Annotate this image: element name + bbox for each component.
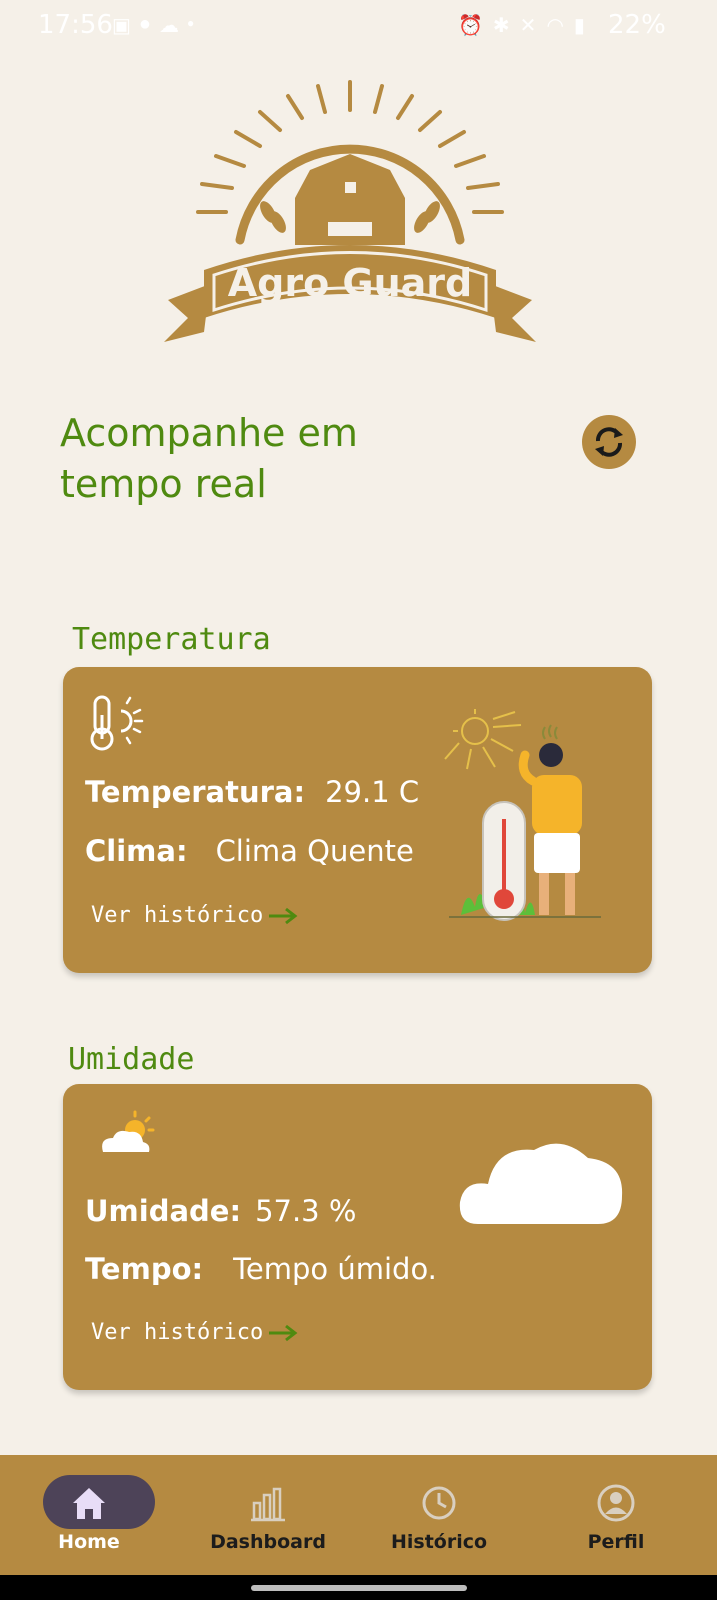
temperature-history-link[interactable]: Ver histórico [91,903,299,928]
humidity-card: Umidade: 57.3 % Tempo: Tempo úmido. Ver … [63,1084,652,1390]
humidity-section-title: Umidade [68,1042,195,1077]
nav-history[interactable]: Histórico [359,1455,519,1575]
mute-icon: ✕ [519,15,537,37]
status-bar: 17:56 ▣ ● ☁ ● ⏰ ✱ ✕ ◠ ▮ 22% [0,0,717,52]
nav-home-label: Home [58,1531,120,1553]
cloud-icon: ☁ [159,15,179,37]
humidity-history-text: Ver histórico [91,1320,264,1345]
alarm-icon: ⏰ [458,15,483,37]
signal-icon: ▮ [573,15,585,37]
nav-dashboard-label: Dashboard [210,1531,326,1553]
home-icon [73,1488,105,1519]
agro-guard-logo: Agro Guard [164,80,536,342]
status-left-icons: ▣ ● ☁ ● [112,13,194,38]
humidity-history-link[interactable]: Ver histórico [91,1320,299,1345]
temperature-label: Temperatura: [85,775,306,809]
thermometer-sun-icon [90,695,144,751]
page-headline: Acompanhe em tempo real [60,411,358,506]
dot-icon: ● [187,16,195,30]
humidity-label: Umidade: [85,1194,242,1228]
profile-icon [597,1484,635,1522]
nav-profile-label: Perfil [587,1531,645,1553]
arrow-right-icon [269,907,298,924]
temperature-card: Temperatura: 29.1 C Clima: Clima Quente … [63,667,652,973]
bar-chart-icon [251,1487,285,1522]
bottom-navigation: Home Dashboard Histórico Perfil [0,1455,717,1575]
partly-cloudy-icon [102,1110,155,1152]
bluetooth-icon: ✱ [492,15,510,37]
climate-value: Clima Quente [215,834,414,868]
weather-value: Tempo úmido. [233,1252,437,1286]
nav-history-label: Histórico [390,1531,488,1553]
climate-row: Clima: Clima Quente [85,834,414,868]
hot-weather-illustration [444,709,601,921]
humidity-value: 57.3 % [255,1194,357,1228]
message-icon: ● [138,13,151,35]
temperature-value: 29.1 C [325,775,420,809]
cloud-illustration [459,1143,623,1224]
weather-label: Tempo: [85,1252,204,1286]
weather-row: Tempo: Tempo úmido. [85,1252,437,1286]
clock-icon [422,1486,456,1520]
status-time: 17:56 [38,10,113,40]
climate-label: Clima: [85,834,188,868]
nav-home[interactable]: Home [9,1455,169,1575]
temperature-section-title: Temperatura [72,622,271,657]
image-icon: ▣ [112,15,131,37]
gesture-handle[interactable] [251,1585,467,1591]
temperature-row: Temperatura: 29.1 C [85,775,419,809]
refresh-icon [595,427,623,457]
system-navigation-bar [0,1575,717,1600]
wifi-icon: ◠ [546,15,564,37]
battery-level: 22% [608,10,666,40]
temperature-history-text: Ver histórico [91,903,264,928]
humidity-row: Umidade: 57.3 % [85,1194,356,1228]
status-right-icons: ⏰ ✱ ✕ ◠ ▮ [458,13,585,38]
arrow-right-icon [269,1324,298,1341]
nav-dashboard[interactable]: Dashboard [188,1455,348,1575]
refresh-button[interactable] [582,415,636,469]
nav-profile[interactable]: Perfil [536,1455,696,1575]
logo-text: Agro Guard [228,261,473,305]
